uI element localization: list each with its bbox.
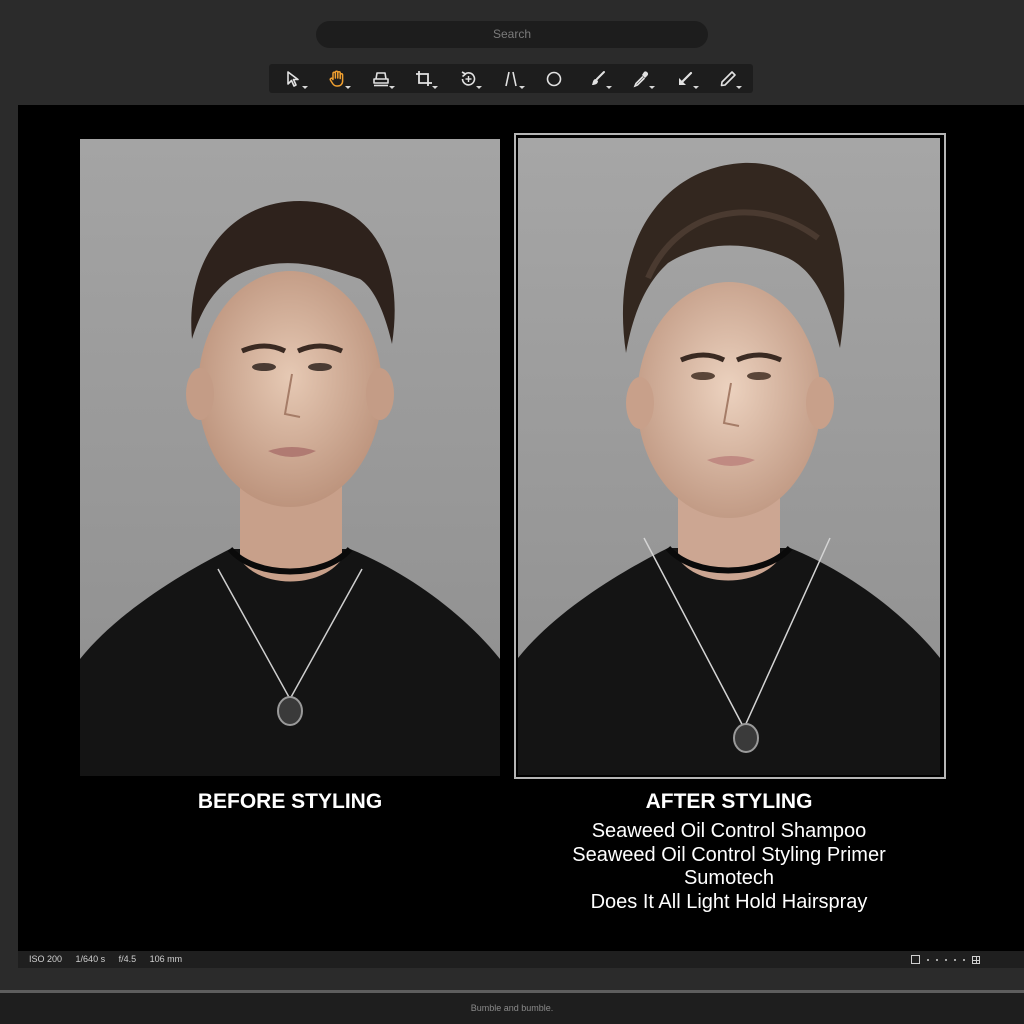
hand-icon bbox=[329, 70, 344, 87]
footer-text: Bumble and bumble. bbox=[0, 993, 1024, 1024]
perspective-icon bbox=[505, 71, 517, 86]
eyedropper-tool-button[interactable] bbox=[628, 68, 656, 90]
product-item: Seaweed Oil Control Styling Primer bbox=[572, 843, 886, 866]
product-item: Does It All Light Hold Hairspray bbox=[590, 890, 868, 913]
page-dot[interactable] bbox=[963, 958, 965, 961]
crop-tool-button[interactable] bbox=[411, 68, 439, 90]
eyedropper-icon bbox=[633, 71, 649, 87]
gradient-tool-button[interactable] bbox=[672, 68, 699, 90]
circle-icon bbox=[547, 71, 562, 86]
after-caption: AFTER STYLING bbox=[645, 790, 813, 813]
stamp-tool-button[interactable] bbox=[368, 68, 395, 90]
gradient-arrow-icon bbox=[678, 71, 692, 85]
grid-view-icon[interactable] bbox=[972, 955, 980, 964]
status-bar: ISO 200 1/640 s f/4.5 106 mm bbox=[18, 951, 1024, 968]
brush-tool-button[interactable] bbox=[585, 68, 612, 90]
circle-tool-button[interactable] bbox=[541, 68, 567, 90]
tool-bar bbox=[269, 64, 753, 93]
after-styling-photo bbox=[518, 138, 940, 775]
image-viewer[interactable]: BEFORE STYLING AFTER STYLING Seaweed Oil… bbox=[18, 105, 1024, 951]
search-field[interactable]: Search bbox=[316, 21, 708, 48]
stamp-icon bbox=[372, 71, 389, 86]
crop-icon bbox=[416, 70, 433, 86]
pencil-icon bbox=[720, 70, 736, 86]
before-styling-photo bbox=[80, 139, 500, 776]
page-dot[interactable] bbox=[927, 958, 929, 961]
brush-icon bbox=[591, 70, 605, 85]
product-item: Seaweed Oil Control Shampoo bbox=[591, 820, 867, 842]
aperture-value: f/4.5 bbox=[118, 954, 137, 964]
rotate-tool-button[interactable] bbox=[455, 68, 482, 90]
product-list: Seaweed Oil Control Shampoo Seaweed Oil … bbox=[498, 820, 960, 914]
page-controls bbox=[911, 955, 980, 964]
page-dot[interactable] bbox=[936, 958, 938, 961]
hand-tool-button[interactable] bbox=[324, 68, 352, 90]
pointer-icon bbox=[287, 70, 299, 87]
focal-length-value: 106 mm bbox=[149, 954, 183, 964]
page-dot[interactable] bbox=[954, 958, 956, 961]
page-dot[interactable] bbox=[945, 958, 947, 961]
iso-value: ISO 200 bbox=[29, 954, 63, 964]
product-item: Sumotech bbox=[683, 867, 775, 889]
perspective-tool-button[interactable] bbox=[498, 68, 525, 90]
single-view-icon[interactable] bbox=[911, 955, 920, 964]
pencil-tool-button[interactable] bbox=[715, 68, 742, 90]
before-caption: BEFORE STYLING bbox=[197, 790, 383, 813]
shutter-value: 1/640 s bbox=[75, 954, 106, 964]
pointer-tool-button[interactable] bbox=[281, 68, 308, 90]
rotate-icon bbox=[461, 70, 475, 86]
